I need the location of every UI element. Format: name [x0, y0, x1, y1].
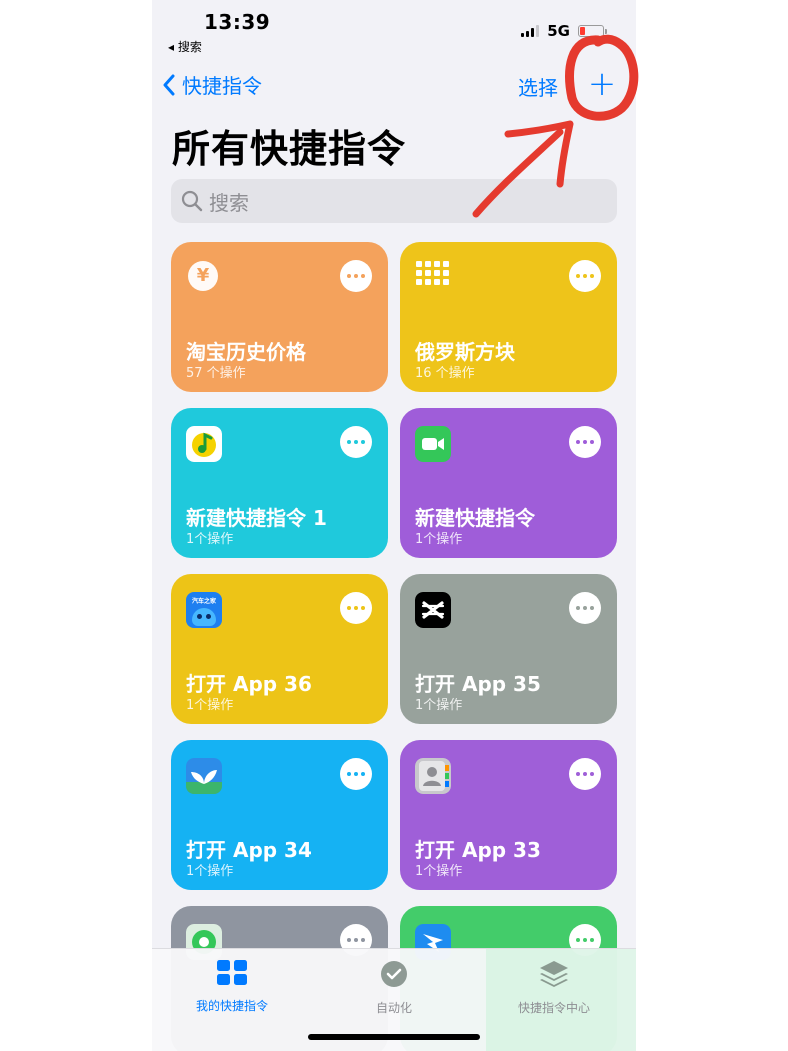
shortcut-grid: ¥ 淘宝历史价格 57 个操作 俄罗斯方块 16 个操作 新建快捷指令 1 1个… — [171, 242, 617, 1051]
shortcut-action-count: 1个操作 — [415, 698, 463, 713]
facetime-app-icon — [415, 426, 451, 462]
shortcut-card[interactable]: 打开 App 33 1个操作 — [400, 740, 617, 890]
add-shortcut-button[interactable]: + — [586, 66, 618, 102]
shortcut-card[interactable]: 新建快捷指令 1 1个操作 — [171, 408, 388, 558]
shortcut-title: 打开 App 35 — [415, 672, 541, 696]
shortcut-action-count: 1个操作 — [415, 532, 463, 547]
shortcut-action-count: 1个操作 — [186, 864, 234, 879]
search-placeholder: 搜索 — [209, 190, 249, 215]
network-type: 5G — [547, 22, 570, 40]
tab-gallery[interactable]: 快捷指令中心 — [474, 959, 634, 1016]
my-shortcuts-icon — [217, 960, 247, 985]
home-indicator — [308, 1034, 480, 1040]
shortcut-title: 淘宝历史价格 — [186, 340, 306, 364]
more-button[interactable] — [340, 260, 372, 292]
shortcut-card[interactable]: 汽车之家 打开 App 36 1个操作 — [171, 574, 388, 724]
shortcut-action-count: 57 个操作 — [186, 366, 246, 381]
status-back-app[interactable]: ◂ 搜索 — [168, 38, 202, 55]
more-button[interactable] — [569, 592, 601, 624]
shortcut-title: 打开 App 36 — [186, 672, 312, 696]
yen-icon: ¥ — [188, 261, 218, 291]
gallery-layers-icon — [540, 961, 568, 987]
signal-icon — [521, 25, 540, 37]
tab-bar: 我的快捷指令 自动化 快捷指令中心 — [152, 948, 636, 1051]
grid-dots-icon — [416, 261, 449, 285]
search-field[interactable]: 搜索 — [171, 179, 617, 223]
shortcut-card[interactable]: ¥ 淘宝历史价格 57 个操作 — [171, 242, 388, 392]
shortcut-title: 俄罗斯方块 — [415, 340, 515, 364]
search-icon — [181, 190, 203, 212]
capcut-app-icon — [415, 592, 451, 628]
shortcut-title: 新建快捷指令 — [415, 506, 535, 530]
tab-my-shortcuts[interactable]: 我的快捷指令 — [152, 959, 312, 1014]
chevron-left-icon — [163, 74, 175, 95]
shortcut-card[interactable]: 俄罗斯方块 16 个操作 — [400, 242, 617, 392]
shortcut-action-count: 16 个操作 — [415, 366, 475, 381]
tab-automation[interactable]: 自动化 — [314, 959, 474, 1016]
shortcut-card[interactable]: 打开 App 35 1个操作 — [400, 574, 617, 724]
autohome-app-icon: 汽车之家 — [186, 592, 222, 628]
shortcut-action-count: 1个操作 — [415, 864, 463, 879]
qq-music-app-icon — [186, 426, 222, 462]
more-button[interactable] — [569, 758, 601, 790]
tab-label: 快捷指令中心 — [517, 1001, 590, 1015]
tab-label: 我的快捷指令 — [195, 999, 268, 1013]
more-button[interactable] — [340, 426, 372, 458]
page-title: 所有快捷指令 — [172, 127, 407, 171]
shortcut-title: 新建快捷指令 1 — [186, 506, 327, 530]
battery-icon — [578, 25, 607, 37]
sprout-app-icon — [186, 758, 222, 794]
autohome-icon-text: 汽车之家 — [191, 598, 216, 605]
shortcut-card[interactable]: 打开 App 34 1个操作 — [171, 740, 388, 890]
phone-screen: 13:39 ◂ 搜索 5G 快捷指令 选择 + 所有快捷指令 搜索 ¥ 淘宝历史… — [152, 0, 636, 1051]
back-label: 快捷指令 — [182, 74, 262, 98]
more-button[interactable] — [340, 758, 372, 790]
status-time: 13:39 — [204, 10, 271, 34]
back-button[interactable]: 快捷指令 — [162, 70, 262, 99]
tab-label: 自动化 — [375, 1001, 412, 1015]
shortcut-title: 打开 App 34 — [186, 838, 312, 862]
automation-clock-icon — [381, 961, 407, 987]
more-button[interactable] — [569, 426, 601, 458]
select-button[interactable]: 选择 — [518, 72, 558, 101]
shortcut-action-count: 1个操作 — [186, 698, 234, 713]
contacts-app-icon — [415, 758, 451, 794]
shortcut-card[interactable]: 新建快捷指令 1个操作 — [400, 408, 617, 558]
more-button[interactable] — [569, 260, 601, 292]
more-button[interactable] — [340, 592, 372, 624]
status-indicators: 5G — [521, 22, 607, 40]
shortcut-title: 打开 App 33 — [415, 838, 541, 862]
shortcut-action-count: 1个操作 — [186, 532, 234, 547]
